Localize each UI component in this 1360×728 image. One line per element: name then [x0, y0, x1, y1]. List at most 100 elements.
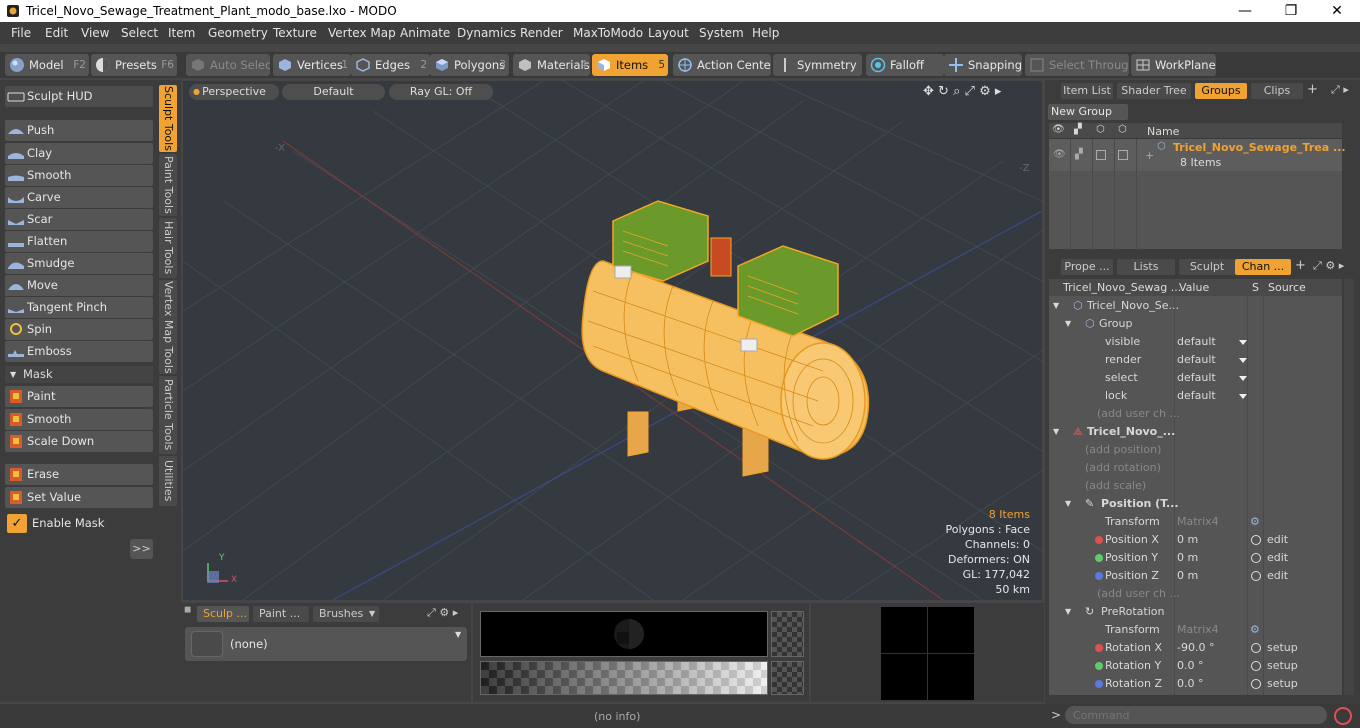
polygons-button[interactable]: Polygons 3 — [430, 54, 509, 76]
items-button[interactable]: Items 5 — [592, 54, 668, 76]
expand-button[interactable]: >> — [130, 539, 153, 559]
zoom-icon[interactable]: ⌕ — [953, 84, 960, 99]
expand-arrow-icon[interactable]: ▼ — [1065, 315, 1071, 333]
group-render-icon[interactable]: ▞ — [1075, 149, 1083, 160]
channel-row[interactable]: Rotation X -90.0 ° setup — [1049, 639, 1342, 657]
channel-row[interactable]: lock default — [1049, 387, 1342, 405]
action-center-button[interactable]: Action Center — [673, 54, 771, 76]
maximize-panel-icon[interactable]: ⤢ — [1331, 83, 1340, 96]
channel-row[interactable]: render default — [1049, 351, 1342, 369]
erase-button[interactable]: Erase — [5, 464, 153, 485]
mask-smooth[interactable]: Smooth — [5, 409, 153, 430]
tab-paint-tools[interactable]: Paint Tools — [159, 154, 177, 216]
channel-row[interactable]: visible default — [1049, 333, 1342, 351]
tab-brushes[interactable]: Brushes ▼ — [313, 606, 379, 622]
expand-arrow-icon[interactable]: ▼ — [1053, 423, 1059, 441]
command-input[interactable] — [1065, 706, 1327, 724]
channel-row[interactable]: (add scale) — [1049, 477, 1342, 495]
select-through-button[interactable]: Select Through — [1025, 54, 1129, 76]
materials-button[interactable]: Materials 4 — [513, 54, 590, 76]
vertices-button[interactable]: Vertices 1 — [273, 54, 351, 76]
viewport-shading-dropdown[interactable]: Default — [282, 84, 385, 100]
tab-hair-tools[interactable]: Hair Tools — [159, 218, 177, 278]
expand-arrow-icon[interactable]: ▼ — [1065, 603, 1071, 621]
checkbox-checked-icon[interactable]: ✓ — [7, 514, 27, 533]
expand-arrow-icon[interactable]: ▼ — [1053, 297, 1059, 315]
close-button[interactable]: ✕ — [1314, 0, 1360, 22]
falloff-button[interactable]: Falloff — [866, 54, 944, 76]
channel-row[interactable]: Rotation Z 0.0 ° setup — [1049, 675, 1342, 693]
keyframe-ring-icon[interactable] — [1251, 643, 1261, 653]
keyframe-ring-icon[interactable] — [1251, 553, 1261, 563]
menu-file[interactable]: File — [11, 26, 31, 40]
render-icon[interactable]: ▞ — [1074, 124, 1082, 135]
maximize-panel-icon[interactable]: ⤢ — [1313, 259, 1322, 272]
rotate-icon[interactable]: ↻ — [938, 84, 949, 99]
fit-icon[interactable]: ⤢ — [965, 84, 975, 99]
tool-clay[interactable]: Clay — [5, 143, 153, 164]
menu-select[interactable]: Select — [121, 26, 158, 40]
channel-row[interactable]: ▼ ⟁ Tricel_Novo_... — [1049, 423, 1342, 441]
group-visible-icon[interactable]: 👁 — [1053, 149, 1066, 160]
add-channel-tab-icon[interactable]: + — [1295, 258, 1306, 273]
set-value-button[interactable]: Set Value — [5, 487, 153, 508]
viewport-raygl-toggle[interactable]: Ray GL: Off — [389, 84, 493, 100]
tab-sculpt-props[interactable]: Sculpt — [1179, 259, 1235, 275]
dropdown-arrow-icon[interactable] — [1239, 340, 1247, 345]
dropdown-arrow-icon[interactable] — [1239, 358, 1247, 363]
channel-row[interactable]: select default — [1049, 369, 1342, 387]
tab-properties[interactable]: Prope ... — [1061, 259, 1113, 275]
tab-sculpt[interactable]: Sculp ... — [197, 606, 249, 622]
group-select-checkbox[interactable] — [1118, 150, 1128, 160]
channel-row[interactable]: Position X0 m edit — [1049, 531, 1342, 549]
menu-layout[interactable]: Layout — [648, 26, 689, 40]
sculpt-hud-button[interactable]: Sculpt HUD — [5, 86, 153, 107]
panel-arrow-icon[interactable]: ▸ — [1343, 83, 1349, 96]
menu-texture[interactable]: Texture — [273, 26, 317, 40]
mask-scale-down[interactable]: Scale Down — [5, 431, 153, 452]
tab-item-list[interactable]: Item List — [1061, 83, 1113, 99]
dropdown-arrow-icon[interactable] — [1239, 376, 1247, 381]
menu-help[interactable]: Help — [752, 26, 779, 40]
mini-viewport-preview[interactable] — [881, 607, 974, 700]
new-group-button[interactable]: New Group — [1048, 104, 1128, 120]
tool-move[interactable]: Move — [5, 275, 153, 296]
channel-row[interactable]: ▼ ⬡ Tricel_Novo_Se... — [1049, 297, 1342, 315]
mask-paint[interactable]: Paint — [5, 386, 153, 407]
panel-arrow-icon[interactable]: ▸ — [453, 606, 459, 619]
tool-push[interactable]: Push — [5, 120, 153, 141]
pan-icon[interactable]: ✥ — [923, 84, 934, 99]
gear-link-icon[interactable]: ⚙ — [1250, 513, 1260, 531]
panel-gear-icon[interactable]: ⚙ — [439, 606, 449, 619]
tab-shader-tree[interactable]: Shader Tree — [1117, 83, 1191, 99]
snapping-button[interactable]: Snapping — [944, 54, 1022, 76]
channel-row[interactable]: ▼ ⬡ Group — [1049, 315, 1342, 333]
expand-plus-icon[interactable]: + — [1145, 149, 1154, 162]
menu-view[interactable]: View — [81, 26, 109, 40]
3d-viewport[interactable]: ● Perspective Default Ray GL: Off ✥ ↻ ⌕ … — [183, 81, 1042, 600]
mask-section-header[interactable]: ▼ Mask — [5, 366, 153, 383]
channel-row[interactable]: (add user ch ... — [1049, 585, 1342, 603]
channels-gear-icon[interactable]: ⚙ — [1325, 259, 1335, 272]
add-tab-icon[interactable]: + — [1307, 82, 1318, 97]
stencil-checker-thumb[interactable] — [771, 611, 804, 657]
channel-row[interactable]: (add position) — [1049, 441, 1342, 459]
dropdown-arrow-icon[interactable] — [1239, 394, 1247, 399]
presets-button[interactable]: Presets F6 — [91, 54, 177, 76]
channel-row[interactable]: ▼ ✎ Position (T... — [1049, 495, 1342, 513]
tool-emboss[interactable]: Emboss — [5, 341, 153, 362]
menu-maxtomodo[interactable]: MaxToModo — [573, 26, 643, 40]
auto-select-button[interactable]: Auto Select — [186, 54, 270, 76]
tab-sculpt-tools[interactable]: Sculpt Tools — [159, 85, 177, 152]
brush-selector[interactable]: (none) ▼ — [185, 627, 467, 661]
tab-channels[interactable]: Chan ... — [1235, 259, 1291, 275]
menu-vertex-map[interactable]: Vertex Map — [328, 26, 396, 40]
maximize-button[interactable]: ❐ — [1268, 0, 1314, 22]
menu-system[interactable]: System — [699, 26, 744, 40]
viewport-canvas[interactable] — [183, 81, 1042, 600]
tool-flatten[interactable]: Flatten — [5, 231, 153, 252]
falloff-checker-thumb[interactable] — [771, 661, 804, 695]
tool-smooth[interactable]: Smooth — [5, 165, 153, 186]
menu-geometry[interactable]: Geometry — [208, 26, 268, 40]
tab-particle-tools[interactable]: Particle Tools — [159, 376, 177, 454]
